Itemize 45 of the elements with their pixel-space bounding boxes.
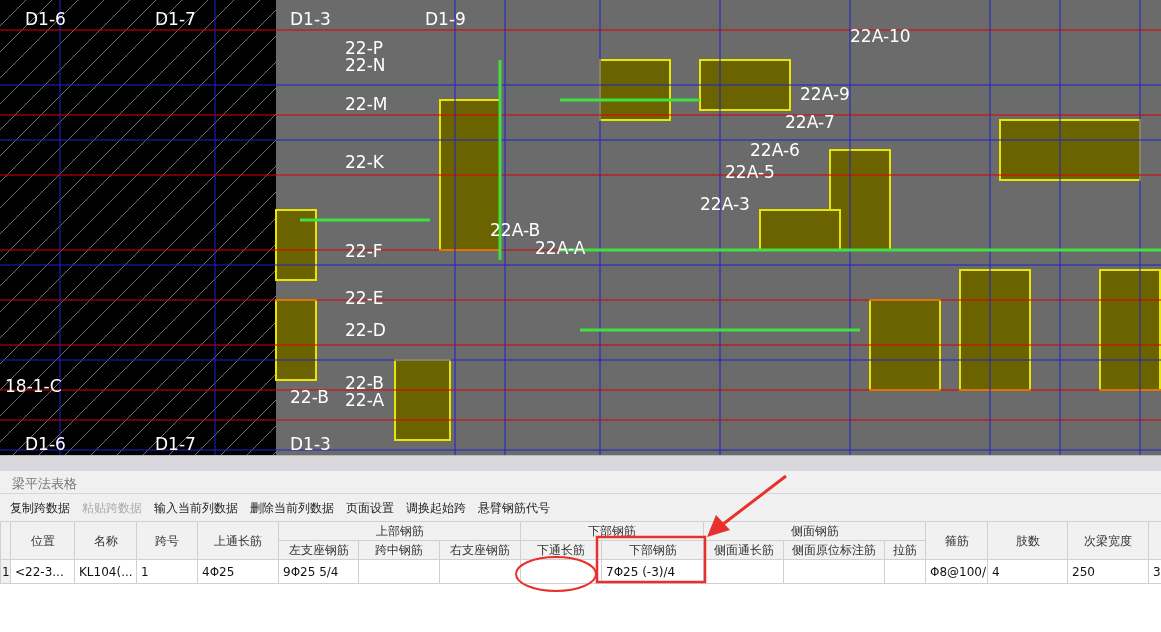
column-header: 位置 [10,521,75,560]
grid-label: 22-B [345,373,384,393]
grid-label: 22A-5 [725,162,775,182]
grid-label: 22-K [345,152,384,172]
grid-label: 22A-9 [800,84,850,104]
toolbar-button[interactable]: 悬臂钢筋代号 [476,498,552,517]
grid-label: 22-P [345,38,384,58]
row-number: 1 [0,559,11,584]
grid-label: 18-1-C [5,376,62,396]
grid-label: 22A-A [535,238,586,258]
splitter-bar[interactable] [0,455,1161,471]
toolbar-button[interactable]: 输入当前列数据 [152,498,240,517]
grid-label: 22-F [345,241,383,261]
grid-label: D1-7 [155,434,196,454]
grid-label: 22-D [345,320,386,340]
grid-label: 22-B [290,387,329,407]
column-header: 上通长筋 [197,521,279,560]
toolbar-button[interactable]: 页面设置 [344,498,396,517]
grid-label: 22-M [345,94,388,114]
column-header: 跨号 [136,521,198,560]
column-header: 上部钢筋 [278,521,521,541]
column-header: 肢数 [987,521,1068,560]
footing-block [275,209,317,281]
column-header: 名称 [74,521,137,560]
grid-label: 22-E [345,288,384,308]
grid-label: 22-N [345,55,386,75]
column-header: 侧面钢筋 [703,521,926,541]
grid-label: 22-A [345,390,385,410]
grid-label: D1-9 [425,9,466,29]
toolbar-button[interactable]: 复制跨数据 [8,498,72,517]
grid-label: D1-6 [25,434,66,454]
column-header: 次梁宽度 [1067,521,1149,560]
grid-label: 22A-7 [785,112,835,132]
grid-label: 22A-6 [750,140,800,160]
column-header: 箍筋 [925,521,988,560]
column-header: 下部钢筋 [520,521,704,541]
toolbar-button[interactable]: 调换起始跨 [404,498,468,517]
grid-label: D1-6 [25,9,66,29]
grid-label: D1-3 [290,434,331,454]
grid-label: D1-3 [290,9,331,29]
grid-label: 22A-10 [850,26,911,46]
toolbar-button[interactable]: 删除当前列数据 [248,498,336,517]
panel-title: 梁平法表格 [0,471,1161,494]
grid-label: D1-7 [155,9,196,29]
grid-label: 22A-3 [700,194,750,214]
